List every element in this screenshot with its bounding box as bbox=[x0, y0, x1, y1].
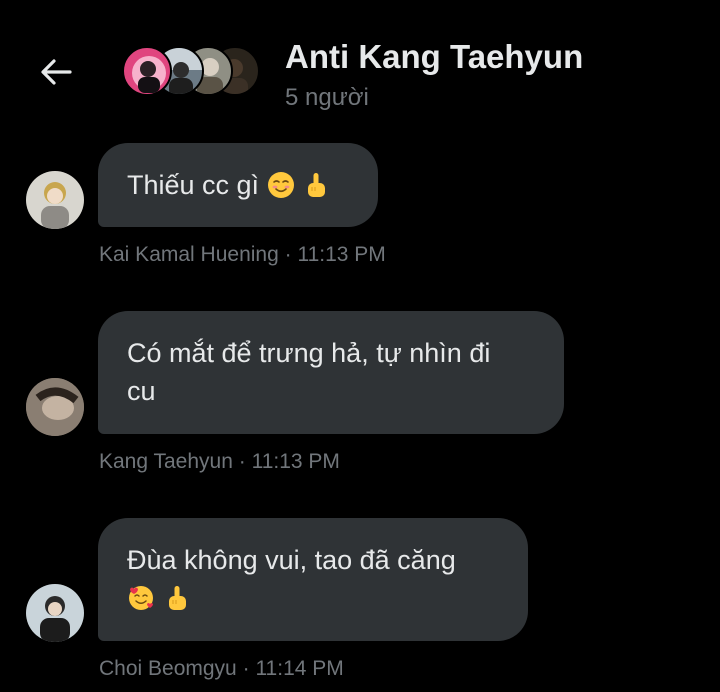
message-bubble[interactable]: Thiếu cc gì bbox=[98, 143, 378, 227]
smiling-face-icon bbox=[267, 172, 294, 198]
middle-finger-icon bbox=[308, 173, 326, 197]
message-time: 11:13 PM bbox=[297, 243, 386, 266]
message-meta: Kai Kamal Huening · 11:13 PM bbox=[99, 243, 386, 267]
member-count[interactable]: 5 người bbox=[285, 84, 369, 112]
smiling-face-with-hearts-icon bbox=[129, 586, 153, 610]
message-time: 11:13 PM bbox=[251, 450, 340, 473]
message-text: Thiếu cc gì bbox=[127, 170, 260, 200]
message-text-line: cu bbox=[127, 376, 156, 406]
sender-avatar[interactable] bbox=[26, 378, 84, 436]
conversation-title[interactable]: Anti Kang Taehyun bbox=[285, 38, 583, 76]
message-time: 11:14 PM bbox=[255, 657, 344, 680]
sender-name: Choi Beomgyu bbox=[99, 657, 237, 680]
arrow-left-icon bbox=[41, 59, 72, 85]
back-button[interactable] bbox=[34, 52, 78, 92]
meta-separator: · bbox=[284, 243, 292, 266]
message-meta: Kang Taehyun · 11:13 PM bbox=[99, 450, 340, 474]
message-bubble[interactable]: Đùa không vui, tao đã căng bbox=[98, 518, 528, 641]
sender-avatar[interactable] bbox=[26, 171, 84, 229]
message-text-line: Đùa không vui, tao đã căng bbox=[127, 545, 456, 575]
meta-separator: · bbox=[238, 450, 246, 473]
message-text-line: Có mắt để trưng hả, tự nhìn đi bbox=[127, 338, 491, 368]
conversation-header: Anti Kang Taehyun 5 người bbox=[0, 0, 720, 130]
group-avatars[interactable] bbox=[120, 44, 270, 100]
middle-finger-icon bbox=[168, 586, 186, 610]
group-member-avatar bbox=[122, 46, 172, 96]
message-bubble[interactable]: Có mắt để trưng hả, tự nhìn đi cu bbox=[98, 311, 564, 434]
meta-separator: · bbox=[242, 657, 250, 680]
message-meta: Choi Beomgyu · 11:14 PM bbox=[99, 657, 344, 681]
sender-name: Kai Kamal Huening bbox=[99, 243, 279, 266]
sender-avatar[interactable] bbox=[26, 584, 84, 642]
sender-name: Kang Taehyun bbox=[99, 450, 233, 473]
